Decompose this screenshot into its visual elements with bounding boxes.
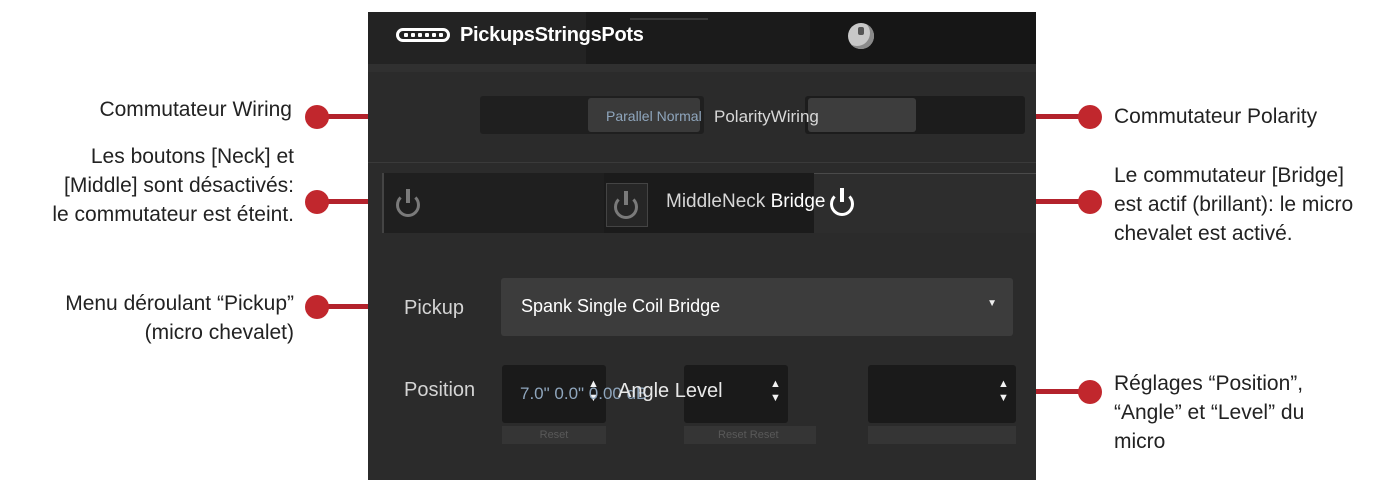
callout-line: “Angle” et “Level” du xyxy=(1114,401,1305,424)
level-reset-button[interactable] xyxy=(868,426,1016,444)
callout-line: Les boutons [Neck] et xyxy=(90,145,294,168)
callout-line: [Middle] sont désactivés: xyxy=(64,174,294,197)
position-reset-button[interactable]: Reset xyxy=(502,426,606,444)
tab-bar-divider xyxy=(368,64,1036,72)
pickup-button-labels: MiddleNeck Bridge xyxy=(666,191,825,213)
caret-down-icon: ▼ xyxy=(987,298,997,309)
polarity-label: Polarity xyxy=(714,107,771,126)
tab-pots-label[interactable]: Pots xyxy=(601,24,643,46)
middle-label: Middle xyxy=(666,191,722,212)
tab-strings-label[interactable]: Strings xyxy=(535,24,602,46)
pickup-label: Pickup xyxy=(404,297,465,319)
callout-pickup-menu: Menu déroulant “Pickup” (micro chevalet) xyxy=(14,289,294,347)
section-divider xyxy=(368,162,1036,163)
neck-label: Neck xyxy=(721,191,766,212)
pickup-selected: Spank Single Coil Bridge xyxy=(521,296,721,316)
guitar-pickup-panel: PickupsStringsPots Parallel Normal Polar… xyxy=(368,12,1036,480)
callout-line: chevalet est activé. xyxy=(1114,222,1293,245)
callout-dot xyxy=(305,295,329,319)
power-icon-lit xyxy=(830,188,856,216)
neck-pickup-button[interactable] xyxy=(382,173,604,233)
callout-dot xyxy=(1078,190,1102,214)
callout-dot xyxy=(1078,105,1102,129)
pickup-dropdown[interactable]: Spank Single Coil Bridge ▼ xyxy=(501,278,1013,336)
callout-neck-middle: Les boutons [Neck] et [Middle] sont désa… xyxy=(0,142,294,229)
tab-bar: PickupsStringsPots xyxy=(368,12,1036,64)
callout-line: est actif (brillant): le micro xyxy=(1114,193,1354,216)
callout-line: le commutateur est éteint. xyxy=(52,203,294,226)
power-icon xyxy=(396,189,422,217)
angle-label: Angle xyxy=(618,380,670,402)
callout-line: Réglages “Position”, xyxy=(1114,372,1304,395)
level-stepper[interactable]: ▲ ▼ xyxy=(868,365,1016,423)
wiring-options: Parallel Normal xyxy=(606,108,702,124)
callout-line: (micro chevalet) xyxy=(144,321,294,344)
knob-icon[interactable] xyxy=(848,23,874,49)
callout-dot xyxy=(1078,380,1102,404)
polarity-switch-handle[interactable] xyxy=(808,98,916,132)
callout-dot xyxy=(305,105,329,129)
callout-dot xyxy=(305,190,329,214)
stepper-arrows-icon[interactable]: ▲ ▼ xyxy=(998,377,1009,405)
middle-power-box[interactable] xyxy=(606,183,648,227)
callout-line: micro xyxy=(1114,430,1166,453)
level-label: Level xyxy=(674,380,723,402)
switch-labels: PolarityWiring xyxy=(714,107,819,127)
bridge-label: Bridge xyxy=(770,191,826,212)
power-icon xyxy=(614,191,640,219)
position-label: Position xyxy=(404,379,476,401)
callout-polarity-text: Commutateur Polarity xyxy=(1114,105,1318,128)
callout-line: Menu déroulant “Pickup” xyxy=(65,292,294,315)
tab-pickups[interactable]: Pickups xyxy=(460,24,535,46)
callout-wiring-text: Commutateur Wiring xyxy=(99,98,292,121)
stepper-labels: Angle Level xyxy=(618,380,723,403)
reset-labels: Reset Reset xyxy=(718,429,779,441)
callout-bridge: Le commutateur [Bridge] est actif (brill… xyxy=(1114,161,1390,248)
tab-labels: PickupsStringsPots xyxy=(460,24,644,47)
callout-settings: Réglages “Position”, “Angle” et “Level” … xyxy=(1114,369,1384,456)
tab-pots[interactable] xyxy=(810,12,1036,64)
stepper-arrows-icon[interactable]: ▲ ▼ xyxy=(770,377,781,405)
callout-line: Le commutateur [Bridge] xyxy=(1114,164,1344,187)
pickup-icon xyxy=(396,28,450,42)
callout-wiring: Commutateur Wiring xyxy=(20,95,292,124)
callout-polarity: Commutateur Polarity xyxy=(1114,102,1384,131)
wiring-label: Wiring xyxy=(770,107,819,126)
